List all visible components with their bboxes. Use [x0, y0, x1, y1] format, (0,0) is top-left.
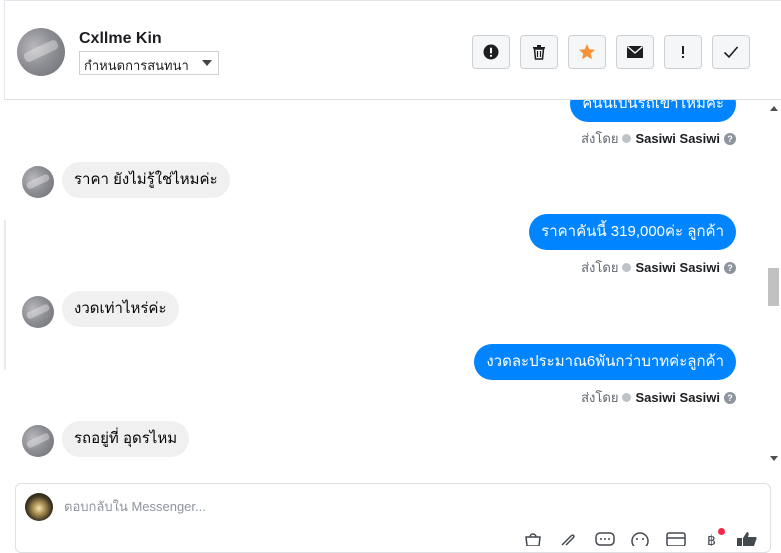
conversation-header: Cxllme Kin กำหนดการสนทนา: [4, 0, 781, 100]
sent-by-line: ส่งโดย Sasiwi Sasiwi ?: [581, 128, 736, 149]
star-icon: [579, 44, 595, 60]
notification-dot: [718, 528, 725, 535]
chat-bubble-icon[interactable]: [595, 532, 615, 546]
contact-avatar-small: [22, 425, 54, 457]
thumbs-up-icon[interactable]: [736, 532, 758, 546]
mark-spam-button[interactable]: [472, 35, 510, 69]
outgoing-message[interactable]: ราคาคันนี้ 319,000ค่ะ ลูกค้า: [529, 214, 736, 250]
contact-name[interactable]: Cxllme Kin: [79, 30, 162, 48]
bag-icon[interactable]: [524, 532, 542, 546]
exclamation-icon: [682, 46, 684, 58]
help-icon[interactable]: ?: [724, 261, 736, 274]
reply-composer: ฿: [15, 483, 771, 553]
help-icon[interactable]: ?: [724, 132, 736, 145]
chevron-down-icon: [202, 60, 212, 66]
star-button[interactable]: [568, 35, 606, 69]
thread-divider: [4, 220, 6, 370]
sent-by-line: ส่งโดย Sasiwi Sasiwi ?: [581, 257, 736, 278]
reply-input[interactable]: [64, 499, 664, 514]
trash-icon: [533, 45, 545, 60]
follow-up-button[interactable]: [664, 35, 702, 69]
sent-by-label: ส่งโดย: [581, 260, 619, 275]
scroll-down-arrow-icon[interactable]: [770, 456, 778, 461]
sent-by-label: ส่งโดย: [581, 131, 619, 146]
svg-text:฿: ฿: [707, 533, 716, 546]
store-icon[interactable]: [665, 532, 687, 546]
check-icon: [723, 46, 739, 59]
contact-avatar[interactable]: [17, 28, 65, 76]
status-select-value: กำหนดการสนทนา: [84, 58, 189, 73]
contact-avatar-small: [22, 166, 54, 198]
scroll-up-arrow-icon[interactable]: [770, 106, 778, 111]
conversation-status-select[interactable]: กำหนดการสนทนา: [79, 51, 219, 75]
incoming-message[interactable]: ราคา ยังไม่รู้ใช่ไหมค่ะ: [62, 162, 230, 198]
outgoing-message[interactable]: งวดละประมาณ6พันกว่าบาทค่ะลูกค้า: [474, 344, 736, 380]
envelope-icon: [627, 45, 643, 58]
sender-name[interactable]: Sasiwi Sasiwi: [635, 260, 720, 275]
sender-name[interactable]: Sasiwi Sasiwi: [635, 390, 720, 405]
contact-avatar-small: [22, 296, 54, 328]
thread-scrollbar[interactable]: [767, 100, 781, 467]
message-thread: คันนี้เป็นรถเข้าไหมคะ ส่งโดย Sasiwi Sasi…: [4, 100, 767, 467]
paperclip-icon[interactable]: [559, 532, 577, 546]
alert-circle-icon: [483, 44, 499, 60]
scrollbar-thumb[interactable]: [768, 268, 779, 306]
delete-button[interactable]: [520, 35, 558, 69]
mark-unread-button[interactable]: [616, 35, 654, 69]
emoji-icon[interactable]: [631, 532, 649, 546]
verified-check-icon: [622, 134, 632, 143]
incoming-message[interactable]: งวดเท่าไหร่ค่ะ: [62, 291, 179, 327]
outgoing-message[interactable]: คันนี้เป็นรถเข้าไหมคะ: [570, 100, 736, 122]
baht-icon[interactable]: ฿: [705, 532, 719, 546]
mark-done-button[interactable]: [712, 35, 750, 69]
page-avatar: [25, 493, 53, 521]
help-icon[interactable]: ?: [724, 391, 736, 404]
sent-by-label: ส่งโดย: [581, 390, 619, 405]
sent-by-line: ส่งโดย Sasiwi Sasiwi ?: [581, 387, 736, 408]
verified-check-icon: [622, 263, 632, 272]
sender-name[interactable]: Sasiwi Sasiwi: [635, 131, 720, 146]
verified-check-icon: [622, 393, 632, 402]
incoming-message[interactable]: รถอยู่ที่ อุดรไหม: [62, 421, 190, 457]
